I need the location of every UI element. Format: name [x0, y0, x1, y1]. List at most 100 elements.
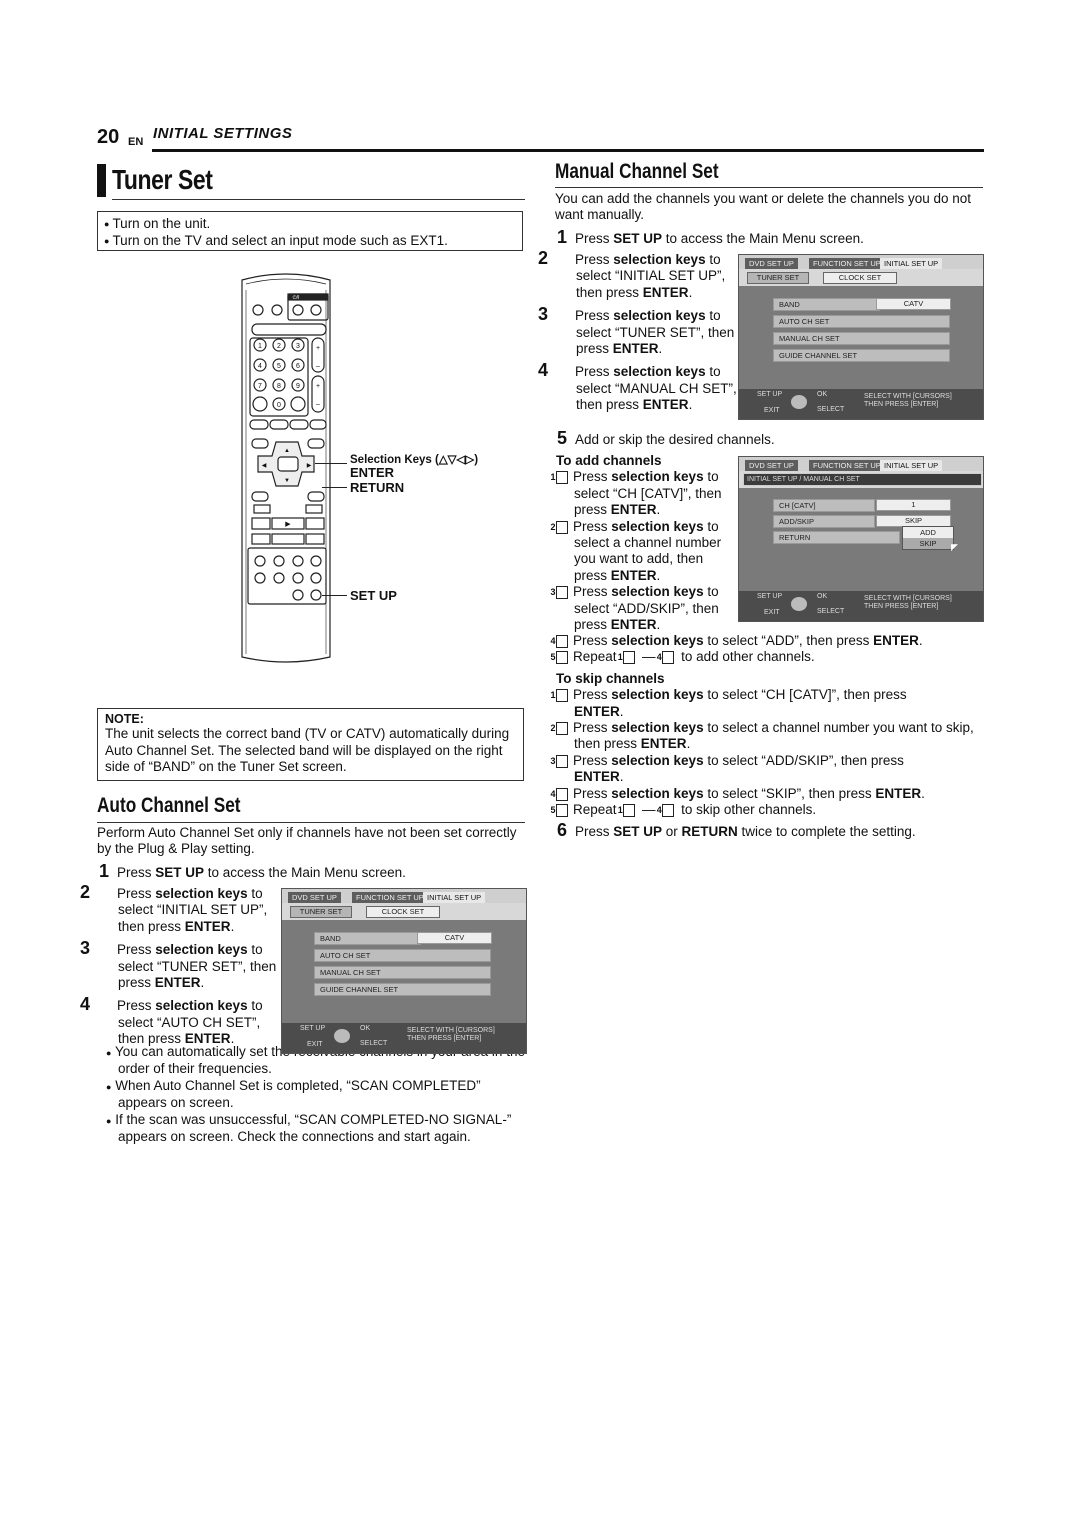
header-rule — [152, 149, 984, 152]
osd-tab-initial-setup[interactable]: INITIAL SET UP — [880, 258, 943, 269]
svg-text:◀: ◀ — [262, 463, 267, 469]
osd-tab-function-setup[interactable]: FUNCTION SET UP — [809, 460, 885, 471]
svg-text:+: + — [316, 345, 320, 352]
skip-step: 3 Press selection keys to select “ADD/SKI… — [550, 752, 904, 785]
osd-tab-function-setup[interactable]: FUNCTION SET UP — [352, 892, 428, 903]
osd-row-guide-channel-set[interactable]: GUIDE CHANNEL SET — [314, 983, 491, 996]
osd-setup-hint: SET UP — [300, 1025, 326, 1032]
auto-heading-rule — [97, 822, 525, 823]
svg-text:3: 3 — [296, 343, 300, 350]
svg-text:▼: ▼ — [284, 478, 290, 484]
osd-row-auto-ch-set[interactable]: AUTO CH SET — [773, 315, 950, 328]
selection-keys-label: Selection Keys (△▽◁▷) — [350, 454, 479, 466]
add-channels-heading: To add channels — [556, 453, 662, 468]
osd-hint-line1: SELECT WITH [CURSORS] — [864, 393, 952, 400]
cursor-pad-icon — [791, 597, 807, 611]
osd-select-hint: SELECT — [360, 1040, 388, 1047]
skip-step: 2 Press selection keys to select a channe… — [550, 720, 974, 752]
osd-tab-dvd-setup[interactable]: DVD SET UP — [745, 258, 798, 269]
skip-channels-heading: To skip channels — [556, 670, 665, 686]
osd-tuner-set-screen-2: DVD SET UP FUNCTION SET UP INITIAL SET U… — [738, 254, 984, 420]
cursor-pad-icon — [334, 1029, 350, 1043]
osd-row-band[interactable]: BAND — [773, 298, 880, 311]
svg-text:5: 5 — [277, 363, 281, 370]
svg-text:–: – — [316, 363, 320, 370]
return-label: RETURN — [350, 480, 405, 495]
title-rule — [112, 199, 525, 200]
remote-control-illustration: 1 2 3 4 5 6 7 8 9 0 + – + – ⏻/I ▲ ▼ ◀ ▶ ▶ — [241, 273, 331, 663]
osd-tab-dvd-setup[interactable]: DVD SET UP — [288, 892, 341, 903]
svg-text:▶: ▶ — [307, 463, 312, 469]
manual-intro: You can add the channels you want or del… — [555, 191, 972, 223]
section-title: INITIAL SETTINGS — [153, 125, 293, 142]
osd-tab-initial-setup[interactable]: INITIAL SET UP — [880, 460, 943, 471]
osd-row-manual-ch-set[interactable]: MANUAL CH SET — [773, 332, 950, 345]
svg-text:⏻/I: ⏻/I — [293, 295, 300, 301]
osd-row-guide-channel-set[interactable]: GUIDE CHANNEL SET — [773, 349, 950, 362]
dropdown-option-skip[interactable]: SKIP — [903, 538, 953, 549]
osd-ok-hint: OK — [817, 391, 828, 398]
osd-submenu: TUNER SET CLOCK SET — [739, 269, 983, 286]
osd-row-auto-ch-set[interactable]: AUTO CH SET — [314, 949, 491, 962]
auto-bullet: ● If the scan was unsuccessful, “SCAN CO… — [106, 1111, 512, 1145]
title-marker — [97, 164, 106, 197]
osd-ch-value: 1 — [876, 499, 951, 511]
svg-text:9: 9 — [296, 383, 300, 390]
note-label: NOTE: — [105, 712, 144, 726]
prep-box: Turn on the unit. Turn on the TV and sel… — [97, 211, 523, 251]
selection-keys-leader — [315, 463, 347, 464]
add-step: 2 Press selection keys to select a channe… — [550, 518, 722, 583]
osd-row-band[interactable]: BAND — [314, 932, 421, 945]
auto-bullet: ● When Auto Channel Set is completed, “S… — [106, 1077, 481, 1111]
svg-text:6: 6 — [296, 363, 300, 370]
add-step: 3 Press selection keys to select “ADD/SKI… — [550, 584, 719, 633]
osd-tab-initial-setup[interactable]: INITIAL SET UP — [423, 892, 486, 903]
auto-channel-set-heading: Auto Channel Set — [97, 794, 241, 817]
page-number: 20 — [97, 126, 120, 148]
add-channels-section-cont: 4 Press selection keys to select “ADD”, t… — [550, 633, 986, 841]
osd-row-return[interactable]: RETURN — [773, 531, 900, 544]
auto-step-2: 2 Press selection keys to select “INITIAL… — [80, 882, 268, 934]
osd-manual-ch-set-screen: DVD SET UP FUNCTION SET UP INITIAL SET U… — [738, 456, 984, 622]
osd-row-manual-ch-set[interactable]: MANUAL CH SET — [314, 966, 491, 979]
osd-footer: SET UP OK EXIT SELECT SELECT WITH [CURSO… — [739, 389, 983, 419]
auto-steps-side: 2 Press selection keys to select “INITIAL… — [80, 882, 279, 1048]
manual-step-6: 6 Press SET UP or RETURN twice to complet… — [557, 820, 916, 841]
osd-tab-dvd-setup[interactable]: DVD SET UP — [745, 460, 798, 471]
add-step: 4 Press selection keys to select “ADD”, t… — [550, 633, 923, 648]
osd-path-bar: INITIAL SET UP / MANUAL CH SET — [743, 473, 982, 486]
note-text: The unit selects the correct band (TV or… — [105, 726, 510, 774]
osd-submenu: TUNER SET CLOCK SET — [282, 903, 526, 920]
manual-channel-set-heading: Manual Channel Set — [555, 160, 719, 183]
manual-step-2: 2 Press selection keys to select “INITIAL… — [538, 248, 726, 300]
skip-step: 4 Press selection keys to select “SKIP”, … — [550, 785, 925, 801]
osd-hint-line2: THEN PRESS [ENTER] — [864, 401, 939, 408]
auto-bullets: ● You can automatically set the receivab… — [106, 1044, 526, 1145]
osd-tuner-set-button[interactable]: TUNER SET — [290, 906, 352, 918]
osd-select-hint: SELECT — [817, 608, 845, 615]
svg-text:7: 7 — [258, 383, 262, 390]
prep-bullet: Turn on the unit. — [104, 216, 522, 233]
osd-footer: SET UP OK EXIT SELECT SELECT WITH [CURSO… — [739, 591, 983, 621]
osd-tuner-set-button[interactable]: TUNER SET — [747, 272, 809, 284]
osd-clock-set-button[interactable]: CLOCK SET — [823, 272, 897, 284]
osd-band-value: CATV — [417, 932, 492, 944]
osd-tab-function-setup[interactable]: FUNCTION SET UP — [809, 258, 885, 269]
osd-row-add-skip[interactable]: ADD/SKIP — [773, 515, 875, 528]
osd-ok-hint: OK — [360, 1025, 371, 1032]
manual-step-1: 1 Press SET UP to access the Main Menu sc… — [557, 227, 864, 247]
dropdown-option-add[interactable]: ADD — [903, 527, 953, 538]
osd-tab-bar: DVD SET UP FUNCTION SET UP INITIAL SET U… — [739, 457, 983, 471]
skip-step: 1 Press selection keys to select “CH [CAT… — [550, 687, 907, 719]
svg-text:+: + — [316, 383, 320, 390]
svg-text:2: 2 — [277, 343, 281, 350]
manual-step-5: 5 Add or skip the desired channels. — [557, 428, 775, 448]
manual-steps-side: 2 Press selection keys to select “INITIAL… — [538, 248, 737, 414]
osd-row-ch-catv[interactable]: CH [CATV] — [773, 499, 875, 512]
osd-exit-hint: EXIT — [764, 407, 780, 414]
osd-clock-set-button[interactable]: CLOCK SET — [366, 906, 440, 918]
svg-text:0: 0 — [277, 402, 281, 409]
manual-step-4: 4 Press selection keys to select “MANUAL … — [538, 360, 737, 413]
add-step: 5 Repeat 1 — 4 to add other channels. — [550, 649, 815, 665]
skip-step: 5 Repeat 1 — 4 to skip other channels. — [550, 802, 817, 818]
